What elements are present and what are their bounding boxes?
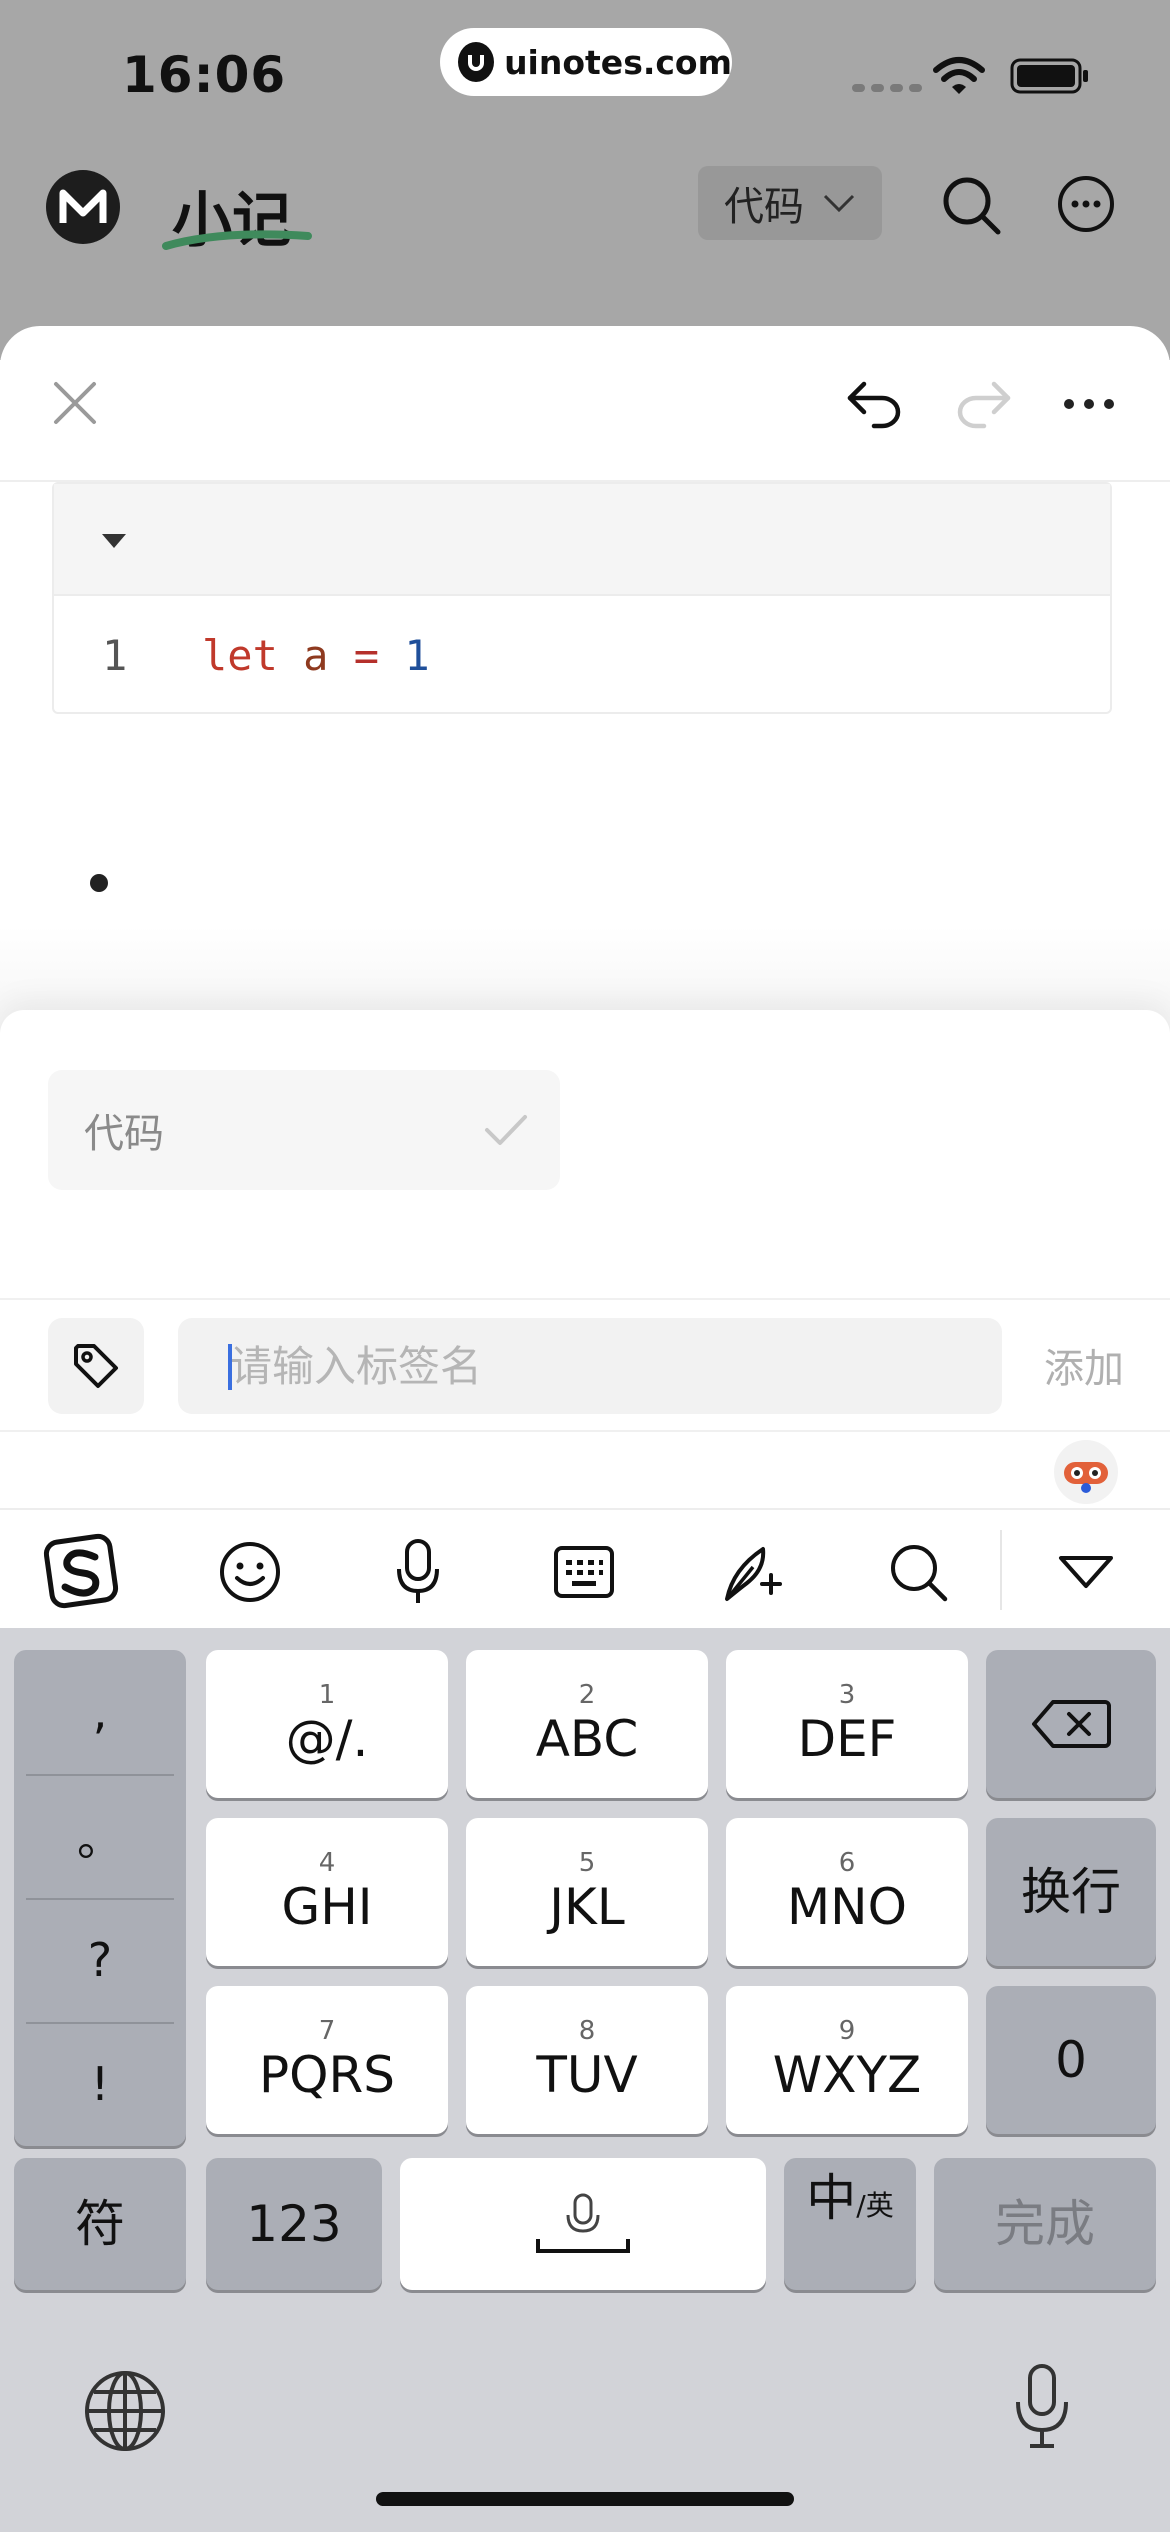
editor-toolbar — [0, 326, 1170, 482]
space-mic-icon — [536, 2193, 630, 2253]
tag-name-input[interactable] — [178, 1318, 1002, 1414]
tag-option[interactable]: 代码 — [48, 1070, 560, 1190]
code-token-keyword: let — [202, 630, 278, 680]
space-key[interactable] — [400, 2158, 766, 2290]
redo-icon[interactable] — [954, 378, 1012, 430]
key-5[interactable]: 5 JKL — [466, 1818, 708, 1966]
key-1[interactable]: 1 @/. — [206, 1650, 448, 1798]
close-icon[interactable] — [52, 380, 98, 426]
symbol-key[interactable]: 符 — [14, 2158, 186, 2290]
battery-icon — [1010, 58, 1088, 94]
url-text: uinotes.com — [504, 42, 732, 82]
punct-key[interactable]: 。 — [14, 1774, 186, 1898]
key-7[interactable]: 7 PQRS — [206, 1986, 448, 2134]
search-icon[interactable] — [940, 174, 1002, 236]
voice-input-icon[interactable] — [378, 1532, 458, 1612]
code-token-number: 1 — [404, 630, 430, 680]
key-2[interactable]: 2 ABC — [466, 1650, 708, 1798]
tag-panel: 代码 添加 — [0, 1010, 1170, 1510]
code-block[interactable]: 1 let a = 1 — [52, 482, 1112, 714]
globe-icon[interactable] — [82, 2368, 168, 2454]
key-6[interactable]: 6 MNO — [726, 1818, 968, 1966]
search-icon[interactable] — [878, 1532, 958, 1612]
keyboard-layout-icon[interactable] — [544, 1532, 624, 1612]
language-select-caret-icon[interactable] — [102, 534, 126, 548]
category-filter-dropdown[interactable]: 代码 — [698, 166, 882, 240]
backspace-icon — [1032, 1700, 1111, 1748]
chevron-down-icon — [823, 194, 855, 213]
title-brush-underline — [162, 230, 312, 250]
code-line[interactable]: 1 let a = 1 — [54, 596, 1110, 714]
code-token-operator: = — [353, 630, 380, 680]
punct-key[interactable]: ? — [14, 1898, 186, 2022]
line-number: 1 — [102, 630, 128, 680]
key-8[interactable]: 8 TUV — [466, 1986, 708, 2134]
add-tag-button[interactable]: 添加 — [1044, 1336, 1124, 1394]
numeric-key[interactable]: 123 — [206, 2158, 382, 2290]
key-9[interactable]: 9 WXYZ — [726, 1986, 968, 2134]
cellular-signal-icon — [852, 84, 922, 92]
status-time: 16:06 — [122, 46, 287, 104]
tag-icon-button[interactable] — [48, 1318, 144, 1414]
url-pill: uinotes.com — [440, 28, 732, 96]
more-options-icon[interactable] — [1056, 174, 1116, 234]
wifi-icon — [933, 57, 985, 94]
sogou-logo-icon[interactable] — [42, 1532, 122, 1612]
collapse-keyboard-icon[interactable] — [1046, 1532, 1126, 1612]
ime-toolbar — [0, 1508, 1170, 1628]
tag-icon — [74, 1344, 118, 1388]
undo-icon[interactable] — [846, 378, 904, 430]
more-horizontal-icon[interactable] — [1064, 398, 1114, 410]
check-icon — [485, 1115, 527, 1145]
code-token-variable: a — [303, 630, 329, 680]
code-block-header — [54, 484, 1110, 596]
tag-option-label: 代码 — [84, 1111, 164, 1157]
dictation-mic-icon[interactable] — [1010, 2362, 1074, 2450]
zero-key[interactable]: 0 — [986, 1986, 1156, 2134]
uinotes-logo-icon — [458, 42, 495, 82]
ime-mascot-icon[interactable] — [1054, 1440, 1118, 1504]
key-4[interactable]: 4 GHI — [206, 1818, 448, 1966]
language-switch-key[interactable]: 中/英 — [784, 2158, 916, 2290]
emoji-icon[interactable] — [210, 1532, 290, 1612]
category-filter-label: 代码 — [724, 184, 804, 230]
keyboard: , 。 ? ! 1 @/. 2 ABC 3 DEF 4 GHI 5 JKL 6 … — [0, 1628, 1170, 2532]
punct-key[interactable]: ! — [14, 2022, 186, 2146]
bullet-list-item[interactable] — [90, 874, 108, 892]
handwriting-icon[interactable] — [712, 1532, 792, 1612]
app-logo-icon[interactable] — [46, 170, 120, 244]
newline-key[interactable]: 换行 — [986, 1818, 1156, 1966]
text-cursor — [228, 1344, 232, 1390]
done-key[interactable]: 完成 — [934, 2158, 1156, 2290]
punctuation-column[interactable]: , 。 ? ! — [14, 1650, 186, 2146]
editor-sheet: 1 let a = 1 — [0, 326, 1170, 1046]
punct-key[interactable]: , — [14, 1650, 186, 1774]
home-indicator — [376, 2492, 794, 2506]
key-3[interactable]: 3 DEF — [726, 1650, 968, 1798]
backspace-key[interactable] — [986, 1650, 1156, 1798]
background-app: 16:06 uinotes.com 小记 代码 — [0, 0, 1170, 360]
